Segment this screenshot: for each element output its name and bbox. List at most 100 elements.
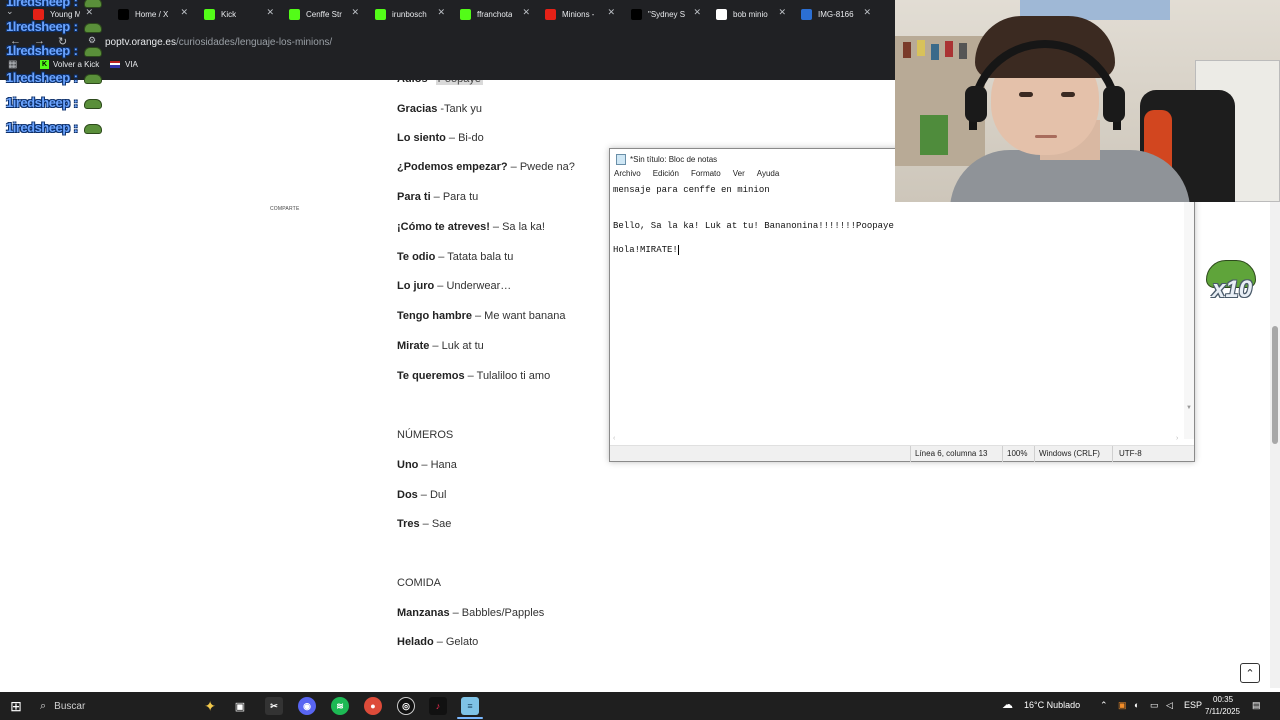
chat-username: 1iredsheep xyxy=(6,95,70,110)
chat-separator: : xyxy=(73,70,78,85)
phrase-row: Para ti – Para tu xyxy=(397,191,478,203)
minion-term: – Para tu xyxy=(433,191,479,203)
frog-emote-icon xyxy=(83,73,102,84)
close-icon[interactable]: ✕ xyxy=(266,7,274,18)
close-icon[interactable]: ✕ xyxy=(351,7,359,18)
chat-separator: : xyxy=(73,43,78,58)
chat-username: 1iredsheep xyxy=(6,120,70,135)
minion-term: Poopaye xyxy=(435,80,483,85)
phrase-row: Uno – Hana xyxy=(397,459,457,471)
task-view-icon[interactable]: ▣ xyxy=(230,692,250,720)
section-heading: COMIDA xyxy=(397,577,441,589)
browser-tab[interactable]: Minions - ✕ xyxy=(545,4,615,24)
browser-tab[interactable]: IMG-8166 ✕ xyxy=(801,4,871,24)
chat-username: 1lredsheep xyxy=(6,70,70,85)
weather-text[interactable]: 16°C Nublado xyxy=(1024,700,1080,710)
apps-grid-icon[interactable]: ▦ xyxy=(8,59,17,70)
browser-tab[interactable]: ffranchota ✕ xyxy=(460,4,530,24)
phrase-row: Dos – Dul xyxy=(397,489,446,501)
minion-term: – Bi-do xyxy=(448,132,484,144)
close-icon[interactable]: ✕ xyxy=(522,7,530,18)
phrase-row: Adiós Poopaye xyxy=(397,80,483,85)
tray-app-icon-2[interactable]: ◐ xyxy=(1134,700,1139,710)
network-icon[interactable]: ▭ xyxy=(1150,700,1159,711)
chat-message: 1iredsheep: xyxy=(6,120,102,135)
cloud-icon[interactable]: ☁ xyxy=(1002,698,1013,711)
volume-icon[interactable]: ◁ xyxy=(1166,700,1173,711)
close-icon[interactable]: ✕ xyxy=(693,7,701,18)
spanish-term: Tres xyxy=(397,518,420,530)
scroll-right-icon[interactable]: › xyxy=(1176,435,1178,442)
spotify-icon[interactable]: ≋ xyxy=(331,697,349,715)
notepad-horizontal-scrollbar[interactable]: ‹ › xyxy=(610,435,1186,443)
language-indicator[interactable]: ESP xyxy=(1184,700,1202,710)
browser-tab[interactable]: Home / X ✕ xyxy=(118,4,188,24)
youtube-icon xyxy=(545,8,556,20)
windows-start-icon[interactable]: ⊞ xyxy=(4,692,28,720)
minion-term: – Tatata bala tu xyxy=(438,251,514,263)
clock-time[interactable]: 00:35 xyxy=(1213,695,1233,704)
menu-item[interactable]: Formato xyxy=(691,169,721,183)
phrase-row: ¿Podemos empezar? – Pwede na? xyxy=(397,161,575,173)
bookmark-label: VIA xyxy=(125,60,138,69)
chat-username: 1lredsheep xyxy=(6,19,70,34)
scroll-to-top-button[interactable]: ⌃ xyxy=(1240,663,1260,683)
notepad-text-area[interactable]: mensaje para cenffe en minion Bello, Sa l… xyxy=(610,183,1186,439)
notifications-icon[interactable]: ▤ xyxy=(1252,700,1261,711)
close-icon[interactable]: ✕ xyxy=(607,7,615,18)
browser-tab[interactable]: irunbosch ✕ xyxy=(375,4,445,24)
address-bar[interactable]: poptv.orange.es/curiosidades/lenguaje-lo… xyxy=(105,37,332,48)
tab-label: Minions - xyxy=(562,9,595,19)
encoding: UTF-8 xyxy=(1119,449,1142,458)
browser-tab[interactable]: "Sydney S ✕ xyxy=(631,4,701,24)
menu-item[interactable]: Ayuda xyxy=(757,169,780,183)
chevron-up-icon[interactable]: ⌃ xyxy=(1100,700,1108,711)
menu-item[interactable]: Ver xyxy=(733,169,745,183)
x-icon xyxy=(631,8,642,20)
chrome-icon[interactable]: ● xyxy=(364,697,382,715)
share-label[interactable]: COMPARTE xyxy=(270,206,299,212)
chat-separator: : xyxy=(73,0,78,9)
minion-term: – Underwear… xyxy=(437,280,512,292)
chat-message: 1lredsheep: xyxy=(6,70,102,85)
spanish-term: Manzanas xyxy=(397,607,450,619)
chat-message: 1lredsheep: xyxy=(6,19,102,34)
notepad-vertical-scrollbar[interactable]: ▼ xyxy=(1184,183,1194,439)
close-icon[interactable]: ✕ xyxy=(778,7,786,18)
flag-icon xyxy=(110,61,120,68)
browser-tab[interactable]: Kick ✕ xyxy=(204,4,274,24)
browser-tab[interactable]: bob minio ✕ xyxy=(716,4,786,24)
spanish-term: Mirate xyxy=(397,340,430,352)
obs-icon[interactable]: ◎ xyxy=(397,697,415,715)
tiktok-icon[interactable]: ♪ xyxy=(429,697,447,715)
phrase-row: Tres – Sae xyxy=(397,518,451,530)
line-endings: Windows (CRLF) xyxy=(1039,449,1100,458)
minion-term: – Hana xyxy=(421,459,457,471)
menu-item[interactable]: Archivo xyxy=(614,169,641,183)
clock-date[interactable]: 7/11/2025 xyxy=(1205,707,1240,716)
scroll-left-icon[interactable]: ‹ xyxy=(613,435,615,442)
menu-item[interactable]: Edición xyxy=(653,169,679,183)
text-line: Hola!MIRATE! xyxy=(613,244,1183,256)
capcut-icon[interactable]: ✂ xyxy=(265,697,283,715)
taskbar-search[interactable]: ⌕ Buscar ✦ xyxy=(34,695,220,717)
frog-emote-icon xyxy=(83,22,102,33)
tab-label: bob minio xyxy=(733,9,768,19)
close-icon[interactable]: ✕ xyxy=(863,7,871,18)
spanish-term: Te queremos xyxy=(397,370,465,382)
tray-app-icon[interactable]: ▣ xyxy=(1118,700,1127,711)
minion-term: -Tank yu xyxy=(440,103,482,115)
close-icon[interactable]: ✕ xyxy=(180,7,188,18)
scroll-down-icon[interactable]: ▼ xyxy=(1186,405,1192,411)
search-icon: ⌕ xyxy=(40,699,47,712)
scrollbar-thumb[interactable] xyxy=(1272,326,1278,444)
browser-tab[interactable]: Cenffe Str ✕ xyxy=(289,4,359,24)
bookmark-via[interactable]: VIA xyxy=(110,60,138,69)
discord-icon[interactable]: ◉ xyxy=(298,697,316,715)
creeper-figure xyxy=(920,115,948,155)
text-line-content: Hola!MIRATE! xyxy=(613,245,678,255)
bookmark-volver-a-kick[interactable]: K Volver a Kick xyxy=(40,60,99,69)
spanish-term: Dos xyxy=(397,489,418,501)
close-icon[interactable]: ✕ xyxy=(437,7,445,18)
notepad-taskbar-icon[interactable]: ≡ xyxy=(461,697,479,715)
